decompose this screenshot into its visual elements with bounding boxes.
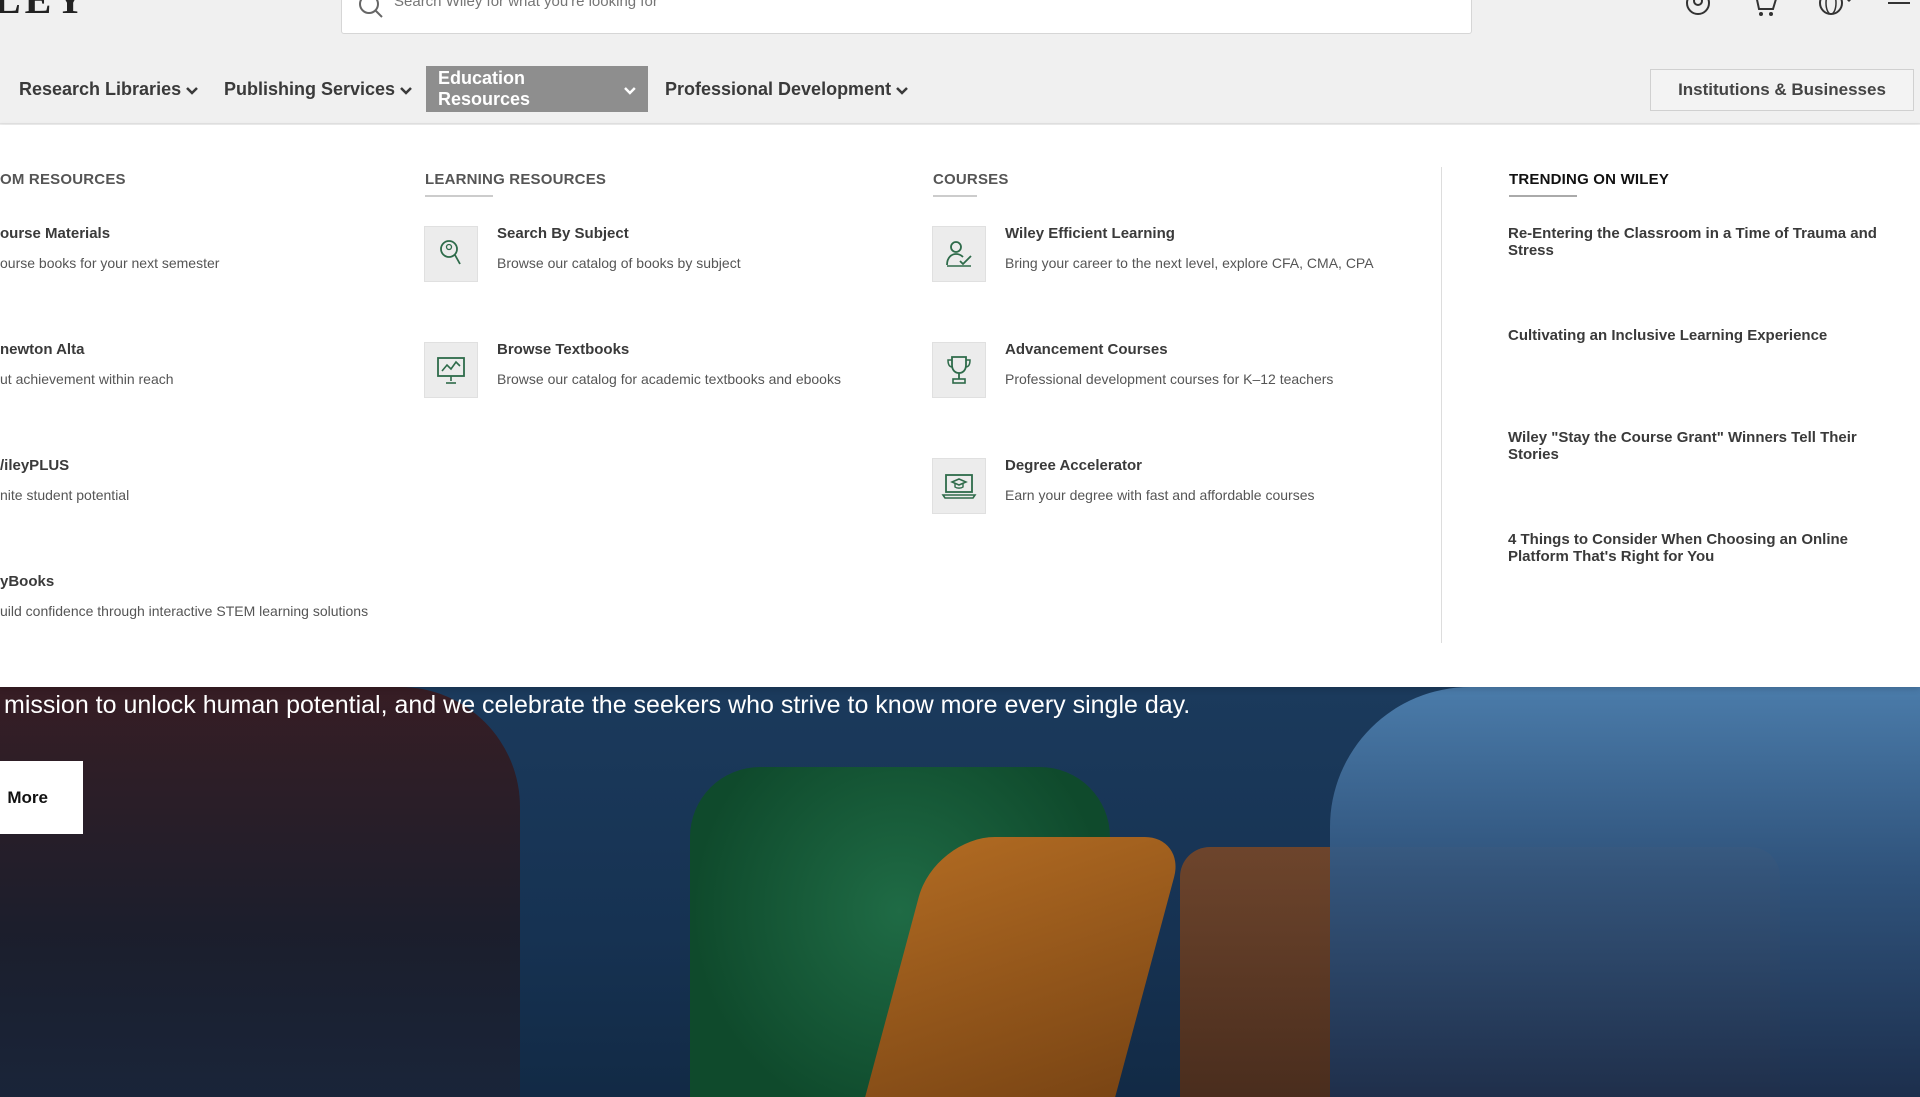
heading-underline (933, 195, 977, 197)
degree-accelerator-link[interactable]: Degree Accelerator (1005, 457, 1142, 474)
course-materials-link[interactable]: ourse Materials (0, 225, 110, 242)
heading-underline (425, 195, 493, 197)
trending-link-reentering-classroom[interactable]: Re-Entering the Classroom in a Time of T… (1508, 225, 1878, 259)
heading-label: TRENDING ON WILEY (1509, 171, 1670, 188)
institutions-businesses-button[interactable]: Institutions & Businesses (1650, 69, 1914, 111)
column-divider (1441, 167, 1442, 643)
cart-icon[interactable] (1747, 0, 1781, 20)
nav-label: Research Libraries (19, 78, 182, 99)
learn-more-button[interactable]: More (0, 761, 83, 834)
heading-label: OM RESOURCES (0, 171, 126, 188)
search-by-subject-link[interactable]: Search By Subject (497, 225, 629, 242)
chevron-down-icon (400, 86, 412, 95)
courses-heading: COURSES (933, 171, 1009, 197)
advancement-courses-desc: Professional development courses for K–1… (1005, 371, 1334, 387)
presentation-chart-icon[interactable] (424, 342, 478, 398)
nav-publishing-services[interactable]: Publishing Services (212, 66, 424, 112)
laptop-graduation-icon[interactable] (932, 458, 986, 514)
search-by-subject-desc: Browse our catalog of books by subject (497, 255, 741, 271)
wiley-efficient-learning-desc: Bring your career to the next level, exp… (1005, 255, 1374, 271)
chevron-down-icon (186, 86, 198, 95)
heading-label: LEARNING RESOURCES (425, 171, 607, 188)
wileyplus-desc: nite student potential (0, 487, 130, 503)
wiley-efficient-learning-link[interactable]: Wiley Efficient Learning (1005, 225, 1175, 242)
nav-label: Publishing Services (224, 78, 396, 99)
globe-icon[interactable] (1815, 0, 1859, 20)
knewton-alta-desc: ut achievement within reach (0, 371, 174, 387)
chevron-down-icon (624, 86, 636, 95)
nav-label: Professional Development (665, 78, 892, 99)
top-bar: LEY (0, 0, 1920, 54)
hero-tagline: mission to unlock human potential, and w… (4, 691, 1191, 719)
learner-check-icon[interactable] (932, 226, 986, 282)
learning-resources-heading: LEARNING RESOURCES (425, 171, 607, 197)
course-materials-desc: ourse books for your next semester (0, 255, 220, 271)
browse-textbooks-link[interactable]: Browse Textbooks (497, 341, 629, 358)
trending-link-stay-the-course[interactable]: Wiley "Stay the Course Grant" Winners Te… (1508, 429, 1878, 463)
hero-banner: mission to unlock human potential, and w… (0, 687, 1920, 1097)
hamburger-menu-icon[interactable] (1882, 0, 1916, 20)
classroom-resources-heading: OM RESOURCES (0, 171, 126, 188)
nav-education-resources[interactable]: Education Resources (426, 66, 648, 112)
nav-label: Education Resources (438, 68, 531, 109)
wileyplus-link[interactable]: /ileyPLUS (0, 457, 69, 474)
wiley-logo[interactable]: LEY (0, 0, 88, 23)
trending-link-inclusive-learning[interactable]: Cultivating an Inclusive Learning Experi… (1508, 327, 1878, 344)
zybooks-desc: uild confidence through interactive STEM… (0, 603, 369, 619)
zybooks-link[interactable]: yBooks (0, 573, 54, 590)
search-input[interactable] (394, 0, 1454, 11)
chevron-down-icon (896, 86, 908, 95)
heading-underline (1509, 195, 1577, 197)
nav-research-libraries[interactable]: Research Libraries (7, 66, 210, 112)
nav-professional-development[interactable]: Professional Development (653, 66, 920, 112)
trending-heading: TRENDING ON WILEY (1509, 171, 1670, 197)
trophy-icon[interactable] (932, 342, 986, 398)
trending-link-online-platform[interactable]: 4 Things to Consider When Choosing an On… (1508, 531, 1878, 565)
main-nav: Research Libraries Publishing Services E… (0, 54, 1920, 124)
hero-photo-person-left (0, 687, 520, 1097)
degree-accelerator-desc: Earn your degree with fast and affordabl… (1005, 487, 1315, 503)
heading-label: COURSES (933, 171, 1009, 188)
advancement-courses-link[interactable]: Advancement Courses (1005, 341, 1168, 358)
hero-photo-person-right (1330, 687, 1920, 1097)
search-icon (359, 0, 383, 18)
browse-textbooks-desc: Browse our catalog for academic textbook… (497, 371, 841, 387)
knewton-alta-link[interactable]: newton Alta (0, 341, 84, 358)
search-person-icon[interactable] (424, 226, 478, 282)
search-box[interactable] (341, 0, 1472, 34)
account-icon[interactable] (1681, 0, 1715, 20)
education-resources-mega-menu: OM RESOURCES ourse Materials ourse books… (0, 125, 1920, 687)
